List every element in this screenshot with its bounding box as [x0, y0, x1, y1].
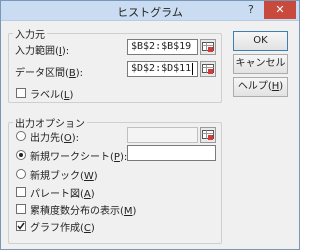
range-select-icon — [202, 42, 214, 52]
close-icon: ✕ — [275, 3, 285, 16]
bin-range-label: データ区間(B): — [15, 68, 84, 79]
new-worksheet-label[interactable]: 新規ワークシート(P): — [30, 148, 127, 163]
dialog-title: ヒストグラム — [117, 6, 183, 19]
text-caret — [192, 63, 193, 75]
output-range-field[interactable] — [127, 127, 198, 143]
new-workbook-label[interactable]: 新規ブック(W) — [30, 167, 98, 182]
pareto-label[interactable]: パレート図(A) — [30, 185, 95, 200]
output-options-legend: 出力オプション — [13, 115, 87, 130]
output-range-label[interactable]: 出力先(O): — [30, 129, 79, 144]
output-range-picker-button[interactable] — [200, 127, 216, 143]
bin-range-field[interactable]: $D$2:$D$11 — [127, 61, 198, 77]
histogram-dialog: ヒストグラム ? ✕ 入力元 入力範囲(I): $B$2:$B$19 データ区間… — [0, 0, 300, 250]
cumulative-distribution-label[interactable]: 累積度数分布の表示(M) — [30, 202, 136, 217]
input-range-label: 入力範囲(I): — [15, 46, 70, 57]
checkmark-icon — [17, 222, 25, 230]
new-worksheet-radio[interactable] — [16, 150, 26, 160]
output-range-radio[interactable] — [16, 131, 26, 141]
input-range-field[interactable]: $B$2:$B$19 — [127, 39, 198, 55]
title-bar[interactable]: ヒストグラム ? ✕ — [1, 1, 299, 21]
input-range-picker-button[interactable] — [200, 39, 216, 55]
chart-output-checkbox[interactable] — [16, 221, 26, 231]
labels-checkbox[interactable] — [16, 88, 26, 98]
chart-output-label[interactable]: グラフ作成(C) — [30, 219, 95, 234]
cumulative-distribution-checkbox[interactable] — [16, 204, 26, 214]
new-workbook-radio[interactable] — [16, 169, 26, 179]
new-worksheet-field[interactable] — [127, 145, 216, 161]
ok-button[interactable]: OK — [233, 31, 288, 51]
pareto-checkbox[interactable] — [16, 187, 26, 197]
close-button[interactable]: ✕ — [264, 1, 296, 19]
range-select-icon — [202, 130, 214, 140]
bin-range-picker-button[interactable] — [200, 61, 216, 77]
cancel-button[interactable]: キャンセル — [233, 54, 288, 74]
help-icon[interactable]: ? — [248, 3, 254, 16]
range-select-icon — [202, 64, 214, 74]
labels-checkbox-label[interactable]: ラベル(L) — [30, 86, 73, 101]
input-group-legend: 入力元 — [13, 26, 47, 41]
help-button[interactable]: ヘルプ(H) — [233, 77, 288, 97]
